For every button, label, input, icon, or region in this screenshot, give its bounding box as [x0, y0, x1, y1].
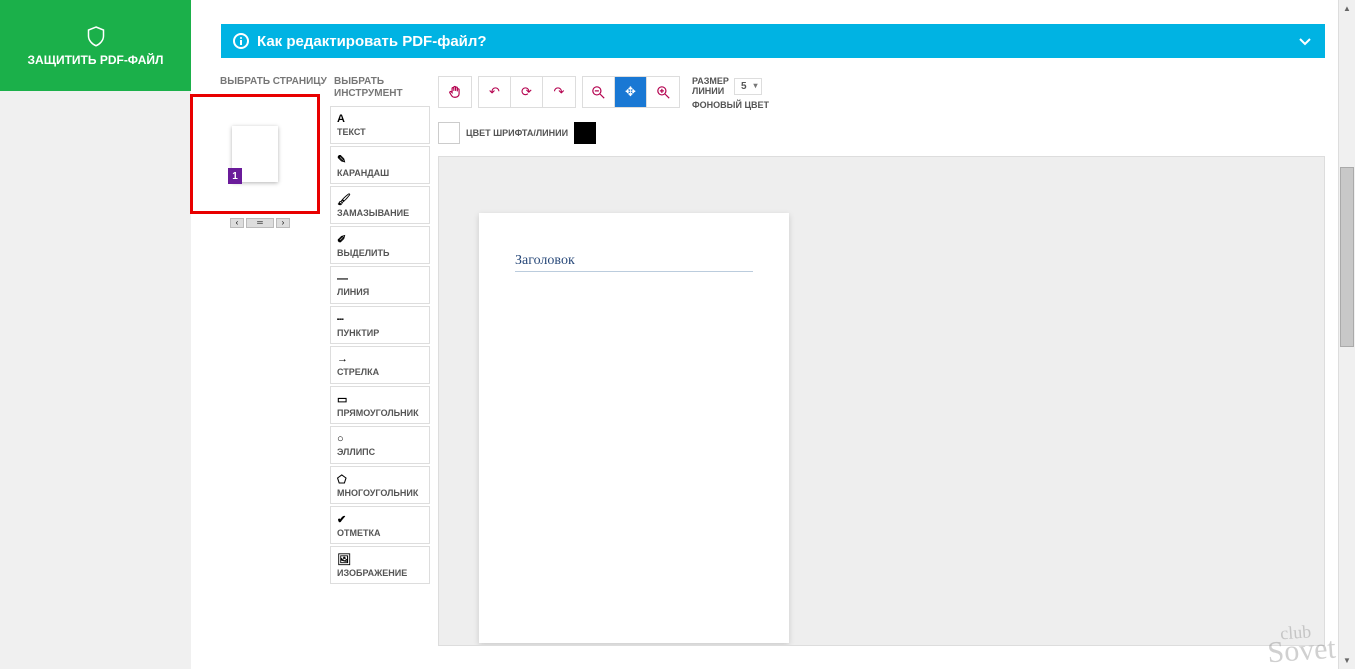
brush-icon: 🖌	[337, 193, 423, 206]
tool-label: ПУНКТИР	[337, 328, 423, 338]
image-icon: 🖼	[337, 553, 423, 566]
tool-label: ЭЛЛИПС	[337, 447, 423, 457]
text-icon: A	[337, 113, 423, 125]
polygon-icon: ⬠	[337, 473, 423, 486]
tool-label: КАРАНДАШ	[337, 168, 423, 178]
chevron-down-icon	[1297, 33, 1313, 49]
tool-pencil[interactable]: ✎ КАРАНДАШ	[330, 146, 430, 184]
tool-label: ПРЯМОУГОЛЬНИК	[337, 408, 423, 418]
highlighter-icon: ✐	[337, 233, 423, 246]
page-selector-column: ВЫБРАТЬ СТРАНИЦУ 1 ‹ ═ ›	[190, 76, 330, 646]
zoom-in-button[interactable]	[647, 77, 679, 107]
protect-pdf-label: ЗАЩИТИТЬ PDF-ФАЙЛ	[28, 53, 164, 67]
zoom-out-button[interactable]	[583, 77, 615, 107]
thumb-prev-button[interactable]: ‹	[230, 218, 244, 228]
info-icon	[233, 33, 249, 49]
help-bar-text: Как редактировать PDF-файл?	[257, 33, 487, 50]
thumb-next-button[interactable]: ›	[276, 218, 290, 228]
check-icon: ✔	[337, 513, 423, 526]
hand-group	[438, 76, 472, 108]
dashed-icon: ┄	[337, 313, 423, 326]
hand-icon	[448, 85, 462, 99]
page-thumbnail-selected[interactable]: 1	[190, 94, 320, 214]
tool-dashed[interactable]: ┄ ПУНКТИР	[330, 306, 430, 344]
tool-smudge[interactable]: 🖌 ЗАМАЗЫВАНИЕ	[330, 186, 430, 224]
arrow-icon: →	[337, 353, 423, 365]
tool-label: ОТМЕТКА	[337, 528, 423, 538]
tool-rectangle[interactable]: ▭ ПРЯМОУГОЛЬНИК	[330, 386, 430, 424]
protect-pdf-button[interactable]: ЗАЩИТИТЬ PDF-ФАЙЛ	[0, 0, 191, 91]
pencil-icon: ✎	[337, 153, 423, 166]
scroll-up-button[interactable]: ▲	[1339, 0, 1355, 17]
page-number-badge: 1	[228, 168, 242, 184]
tool-label: ЛИНИЯ	[337, 287, 423, 297]
tool-polygon[interactable]: ⬠ МНОГОУГОЛЬНИК	[330, 466, 430, 504]
page-selector-header: ВЫБРАТЬ СТРАНИЦУ	[190, 76, 330, 88]
font-color-swatch[interactable]	[438, 122, 460, 144]
page-thumbnail: 1	[232, 126, 278, 182]
rectangle-icon: ▭	[337, 393, 423, 406]
tool-selector-header: ВЫБРАТЬ ИНСТРУМЕНТ	[330, 76, 430, 100]
help-bar[interactable]: Как редактировать PDF-файл?	[221, 24, 1325, 58]
tool-label: ЗАМАЗЫВАНИЕ	[337, 208, 423, 218]
pan-button[interactable]: ✥	[615, 77, 647, 107]
line-icon: —	[337, 273, 423, 285]
tool-image[interactable]: 🖼 ИЗОБРАЖЕНИЕ	[330, 546, 430, 584]
document-page[interactable]: Заголовок	[479, 213, 789, 643]
redo-forward-button[interactable]: ↷	[543, 77, 575, 107]
hand-tool-button[interactable]	[439, 77, 471, 107]
thumbnail-nav: ‹ ═ ›	[190, 218, 330, 228]
bg-color-swatch[interactable]	[574, 122, 596, 144]
document-heading: Заголовок	[515, 253, 753, 272]
tool-label: ИЗОБРАЖЕНИЕ	[337, 568, 423, 578]
tool-selector-column: ВЫБРАТЬ ИНСТРУМЕНТ A ТЕКСТ ✎ КАРАНДАШ 🖌 ЗАМ…	[330, 76, 430, 646]
undo-button[interactable]: ↶	[479, 77, 511, 107]
tool-text[interactable]: A ТЕКСТ	[330, 106, 430, 144]
shield-icon	[87, 25, 105, 47]
line-size-label: РАЗМЕР ЛИНИИ	[692, 76, 730, 96]
editor-area: Как редактировать PDF-файл? ВЫБРАТЬ СТРА…	[191, 0, 1355, 669]
bg-color-label: ФОНОВЫЙ ЦВЕТ	[692, 100, 769, 110]
thumb-scroll-handle[interactable]: ═	[246, 218, 274, 228]
canvas-column: ↶ ⟳ ↷ ✥ РАЗМЕР ЛИНИИ 5 ФОНОВЫЙ ЦВЕТ	[438, 76, 1325, 646]
zoom-out-icon	[592, 86, 605, 99]
tool-arrow[interactable]: → СТРЕЛКА	[330, 346, 430, 384]
scroll-track[interactable]	[1339, 17, 1355, 652]
redo-button[interactable]: ⟳	[511, 77, 543, 107]
tool-highlight[interactable]: ✐ ВЫДЕЛИТЬ	[330, 226, 430, 264]
scroll-down-button[interactable]: ▼	[1339, 652, 1355, 669]
tool-label: ВЫДЕЛИТЬ	[337, 248, 423, 258]
tool-check[interactable]: ✔ ОТМЕТКА	[330, 506, 430, 544]
tool-label: МНОГОУГОЛЬНИК	[337, 488, 423, 498]
font-color-label: ЦВЕТ ШРИФТА/ЛИНИИ	[466, 128, 568, 138]
zoom-in-icon	[657, 86, 670, 99]
line-size-select[interactable]: 5	[734, 78, 762, 95]
tool-label: ТЕКСТ	[337, 127, 423, 137]
zoom-group: ✥	[582, 76, 680, 108]
scroll-thumb[interactable]	[1340, 167, 1354, 347]
page-viewport[interactable]: Заголовок	[438, 156, 1325, 646]
tool-label: СТРЕЛКА	[337, 367, 423, 377]
main-scrollbar: ▲ ▼	[1338, 0, 1355, 669]
ellipse-icon: ○	[337, 433, 423, 445]
tool-line[interactable]: — ЛИНИЯ	[330, 266, 430, 304]
history-group: ↶ ⟳ ↷	[478, 76, 576, 108]
tool-ellipse[interactable]: ○ ЭЛЛИПС	[330, 426, 430, 464]
